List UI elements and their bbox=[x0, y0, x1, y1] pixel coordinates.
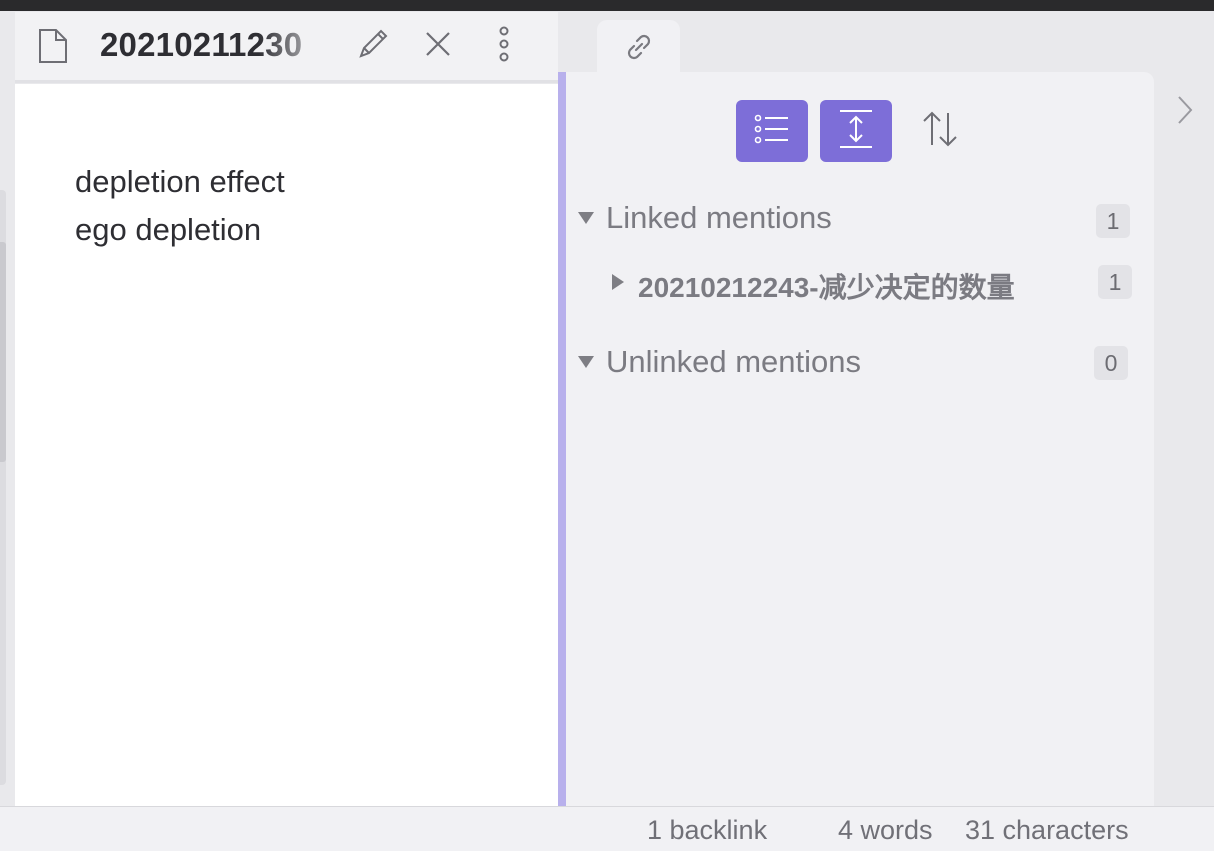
sort-icon bbox=[920, 109, 960, 154]
status-character-count: 31 characters bbox=[965, 815, 1129, 845]
close-button[interactable] bbox=[418, 26, 458, 66]
more-options-button[interactable] bbox=[484, 26, 524, 66]
more-vertical-icon bbox=[497, 26, 511, 67]
left-scrollbar[interactable] bbox=[0, 190, 6, 785]
status-backlinks[interactable]: 1 backlink bbox=[647, 815, 767, 846]
backlink-file-title[interactable]: 20210212243-减少决定的数量 bbox=[638, 266, 1015, 306]
show-more-context-button[interactable] bbox=[820, 100, 892, 162]
edit-button[interactable] bbox=[353, 26, 393, 66]
status-bar: 1 backlink 4 words 31 characters bbox=[0, 806, 1214, 851]
backlinks-pane: Linked mentions 1 20210212243-减少决定的数量 1 … bbox=[566, 72, 1154, 806]
editor-content[interactable]: depletion effect ego depletion bbox=[15, 84, 558, 806]
editor-header: 20210211230 bbox=[15, 12, 558, 83]
list-icon bbox=[754, 113, 790, 150]
collapse-sidebar-button[interactable] bbox=[1170, 92, 1200, 132]
unlinked-mentions-count: 0 bbox=[1094, 346, 1128, 380]
backlink-file-item[interactable]: 20210212243-减少决定的数量 1 bbox=[610, 260, 1132, 303]
change-sort-order-button[interactable] bbox=[916, 100, 964, 162]
window-top-bar bbox=[0, 0, 1214, 11]
editor-line[interactable]: ego depletion bbox=[75, 212, 261, 248]
unlinked-mentions-label: Unlinked mentions bbox=[606, 344, 862, 379]
pencil-icon bbox=[355, 26, 391, 67]
tab-backlinks[interactable] bbox=[597, 20, 680, 74]
chevron-right-icon bbox=[1176, 94, 1194, 131]
expand-vertical-icon bbox=[838, 109, 874, 154]
link-icon bbox=[622, 30, 656, 69]
pane-resize-handle[interactable] bbox=[558, 72, 566, 806]
collapse-triangle-icon bbox=[578, 212, 594, 224]
close-icon bbox=[423, 29, 453, 64]
linked-mentions-header[interactable]: Linked mentions 1 bbox=[576, 198, 1130, 238]
unlinked-mentions-header[interactable]: Unlinked mentions 0 bbox=[576, 342, 1128, 382]
editor-line[interactable]: depletion effect bbox=[75, 164, 285, 200]
backlink-match-count: 1 bbox=[1098, 265, 1132, 299]
file-icon bbox=[37, 28, 69, 69]
expand-triangle-icon bbox=[612, 274, 624, 290]
status-word-count: 4 words bbox=[838, 815, 933, 845]
note-title[interactable]: 20210211230 bbox=[100, 26, 320, 64]
linked-mentions-count: 1 bbox=[1096, 204, 1130, 238]
collapse-triangle-icon bbox=[578, 356, 594, 368]
linked-mentions-label: Linked mentions bbox=[606, 200, 832, 235]
scrollbar-thumb[interactable] bbox=[0, 242, 6, 462]
collapse-results-button[interactable] bbox=[736, 100, 808, 162]
